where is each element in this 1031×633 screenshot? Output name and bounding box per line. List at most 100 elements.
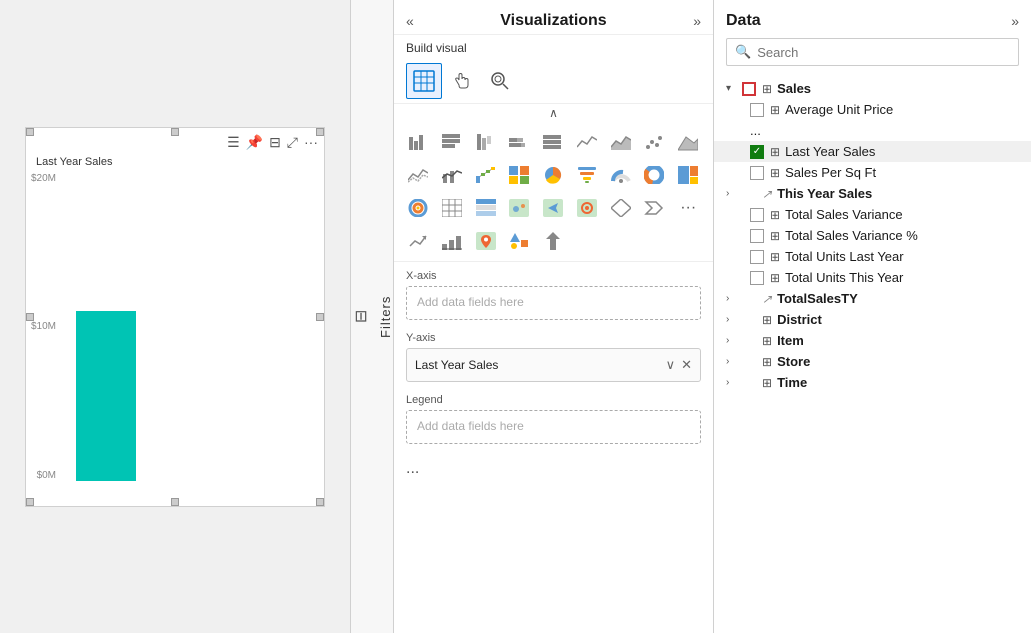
more-dots[interactable]: ... <box>406 456 701 482</box>
viz-collapse-left[interactable]: « <box>406 13 414 29</box>
chart-title: Last Year Sales <box>36 156 112 168</box>
legend-drop[interactable]: Add data fields here <box>406 410 701 444</box>
expand-icon[interactable]: ⤢ <box>287 134 298 151</box>
viz-scatter-icon[interactable] <box>638 126 670 158</box>
total-sales-ty-label: TotalSalesTY <box>777 291 858 306</box>
collapse-arrow[interactable]: ∧ <box>394 104 713 122</box>
y-axis-remove[interactable]: ✕ <box>681 357 692 373</box>
viz-kpi-icon[interactable] <box>402 225 434 257</box>
sales-sqft-checkbox[interactable] <box>750 166 764 180</box>
viz-diamond-icon[interactable] <box>605 192 637 224</box>
viz-more-icon[interactable]: ··· <box>672 192 704 224</box>
chart-body <box>26 173 324 506</box>
data-panel-header: Data » <box>714 0 1031 38</box>
tree-item-total-variance-pct[interactable]: ⊞ Total Sales Variance % <box>714 225 1031 246</box>
tree-group-time[interactable]: › ⊞ Time <box>714 372 1031 393</box>
y-axis-chevron[interactable]: ∨ <box>666 357 676 373</box>
viz-funnel-icon[interactable] <box>571 159 603 191</box>
sales-checkbox[interactable] <box>742 82 756 96</box>
viz-forward-icon[interactable] <box>638 192 670 224</box>
more-icon[interactable]: ··· <box>304 134 318 151</box>
tree-group-store[interactable]: › ⊞ Store <box>714 351 1031 372</box>
resize-handle-bm[interactable] <box>171 498 179 506</box>
viz-area-icon[interactable] <box>605 126 637 158</box>
tree-item-last-year[interactable]: ✓ ⊞ Last Year Sales <box>714 141 1031 162</box>
data-collapse-right[interactable]: » <box>1011 13 1019 29</box>
viz-table-icon[interactable] <box>436 192 468 224</box>
viz-maparrow-icon[interactable] <box>537 192 569 224</box>
item-expand-icon: › <box>726 335 740 346</box>
total-variance-pct-checkbox[interactable] <box>750 229 764 243</box>
viz-gauge-icon[interactable] <box>605 159 637 191</box>
tree-group-sales[interactable]: ▾ ⊞ Sales <box>714 78 1031 99</box>
this-year-expand-icon: › <box>726 188 740 199</box>
resize-handle-tl[interactable] <box>26 128 34 136</box>
y-axis-filled[interactable]: Last Year Sales ∨ ✕ <box>406 348 701 382</box>
this-year-trend-icon: ↗ <box>762 187 772 201</box>
tree-item-sales-sqft[interactable]: ⊞ Sales Per Sq Ft <box>714 162 1031 183</box>
viz-donut-icon[interactable] <box>638 159 670 191</box>
sales-label: Sales <box>777 81 811 96</box>
viz-bar-icon[interactable] <box>402 126 434 158</box>
resize-handle-br[interactable] <box>316 498 324 506</box>
resize-handle-ml[interactable] <box>26 313 34 321</box>
filters-panel[interactable]: ⊟ Filters <box>350 0 394 633</box>
viz-arcgis-icon[interactable] <box>571 192 603 224</box>
last-year-checkbox[interactable]: ✓ <box>750 145 764 159</box>
viz-collapse-right[interactable]: » <box>693 13 701 29</box>
tree-group-this-year[interactable]: › ↗ This Year Sales <box>714 183 1031 204</box>
field-wells: X-axis Add data fields here Y-axis Last … <box>394 262 713 633</box>
tree-item-avg-price[interactable]: ⊞ Average Unit Price <box>714 99 1031 120</box>
viz-panel-title: Visualizations <box>500 12 606 30</box>
viz-mountain-icon[interactable] <box>672 126 704 158</box>
resize-handle-mr[interactable] <box>316 313 324 321</box>
list-icon[interactable]: ☰ <box>227 134 240 151</box>
viz-100stacked-bar-icon[interactable] <box>537 126 569 158</box>
y-axis-well: Y-axis Last Year Sales ∨ ✕ <box>406 332 701 382</box>
sales-expand-icon: ▾ <box>726 83 740 94</box>
viz-matrix-icon[interactable] <box>470 192 502 224</box>
total-units-ty-checkbox[interactable] <box>750 271 764 285</box>
search-input[interactable] <box>757 45 1010 60</box>
viz-location-pin-icon[interactable] <box>470 225 502 257</box>
viz-pie-icon[interactable] <box>537 159 569 191</box>
viz-linecluster-icon[interactable] <box>402 159 434 191</box>
avg-price-checkbox[interactable] <box>750 103 764 117</box>
viz-arrows-icon[interactable] <box>537 225 569 257</box>
total-variance-checkbox[interactable] <box>750 208 764 222</box>
x-axis-well: X-axis Add data fields here <box>406 270 701 320</box>
this-year-label: This Year Sales <box>777 186 872 201</box>
total-units-ly-icon: ⊞ <box>770 250 780 264</box>
viz-shapes-icon[interactable] <box>503 225 535 257</box>
viz-stacked-bar-icon[interactable] <box>470 126 502 158</box>
viz-line-icon[interactable] <box>571 126 603 158</box>
bar-container <box>76 173 304 481</box>
viz-waterfall-icon[interactable] <box>470 159 502 191</box>
tree-group-item[interactable]: › ⊞ Item <box>714 330 1031 351</box>
pin-icon[interactable]: 📌 <box>246 134 263 151</box>
x-axis-drop[interactable]: Add data fields here <box>406 286 701 320</box>
viz-colormap-icon[interactable] <box>503 159 535 191</box>
tree-item-dots[interactable]: ... <box>714 120 1031 141</box>
viz-combo-icon[interactable] <box>436 159 468 191</box>
chart-type-search[interactable] <box>482 63 518 99</box>
viz-minibar-icon[interactable] <box>436 225 468 257</box>
viz-treemap-icon[interactable] <box>672 159 704 191</box>
filter-icon[interactable]: ⊟ <box>269 134 281 151</box>
total-units-ly-checkbox[interactable] <box>750 250 764 264</box>
viz-mapbubble-icon[interactable] <box>503 192 535 224</box>
viz-stacked-col-icon[interactable] <box>503 126 535 158</box>
tree-group-total-sales-ty[interactable]: › ↗ TotalSalesTY <box>714 288 1031 309</box>
chart-type-hand[interactable] <box>444 63 480 99</box>
tree-item-total-variance[interactable]: ⊞ Total Sales Variance <box>714 204 1031 225</box>
tree-item-total-units-ly[interactable]: ⊞ Total Units Last Year <box>714 246 1031 267</box>
tree-item-total-units-ty[interactable]: ⊞ Total Units This Year <box>714 267 1031 288</box>
bar <box>76 311 136 480</box>
resize-handle-tr[interactable] <box>316 128 324 136</box>
viz-sunburst-icon[interactable] <box>402 192 434 224</box>
chart-type-table[interactable] <box>406 63 442 99</box>
tree-group-district[interactable]: › ⊞ District <box>714 309 1031 330</box>
viz-column-icon[interactable] <box>436 126 468 158</box>
resize-handle-bl[interactable] <box>26 498 34 506</box>
resize-handle-tm[interactable] <box>171 128 179 136</box>
